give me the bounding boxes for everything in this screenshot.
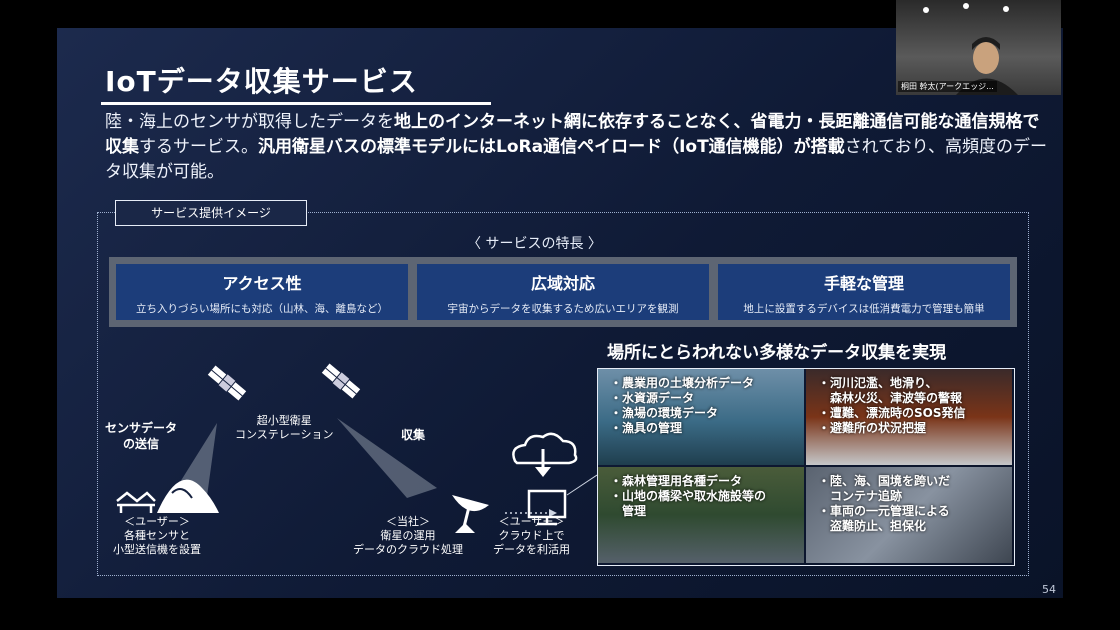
use-case-text: ・農業用の土壌分析データ ・水資源データ ・漁場の環境データ ・漁具の管理 [610, 376, 755, 435]
satellite-icon-2 [321, 363, 361, 399]
constellation-label: 超小型衛星 コンステレーション [235, 414, 334, 441]
headline: 場所にとらわれない多様なデータ収集を実現 [607, 343, 947, 363]
lead-part: 陸・海上のセンサが取得したデータを [105, 112, 394, 132]
feature-desc: 立ち入りづらい場所にも対応（山林、海、離島など） [136, 303, 388, 315]
feature-desc: 地上に設置するデバイスは低消費電力で管理も簡単 [743, 303, 985, 315]
lead-text: 陸・海上のセンサが取得したデータを地上のインターネット網に依存することなく、省電… [105, 110, 1055, 185]
photo-ocean-buoy: ・農業用の土壌分析データ ・水資源データ ・漁場の環境データ ・漁具の管理 [598, 369, 804, 465]
feature-desc: 宇宙からデータを収集するため広いエリアを観測 [447, 303, 679, 315]
collect-label: 収集 [401, 428, 426, 442]
connector-line [566, 474, 597, 496]
page-number: 54 [1042, 583, 1056, 596]
use-case-photos: ・農業用の土壌分析データ ・水資源データ ・漁場の環境データ ・漁具の管理 ・河… [597, 368, 1015, 566]
webcam-tile[interactable]: 桐田 幹太(アークエッジ... [896, 0, 1061, 95]
feature-access: アクセス性 立ち入りづらい場所にも対応（山林、海、離島など） [116, 264, 408, 320]
use-case-text: ・河川氾濫、地滑り、 森林火災、津波等の警報 ・遭難、漂流時のSOS発信 ・避難… [818, 376, 966, 435]
feature-title: 手軽な管理 [823, 274, 904, 293]
feature-title: 広域対応 [530, 274, 595, 293]
feature-wide-area: 広域対応 宇宙からデータを収集するため広いエリアを観測 [417, 264, 709, 320]
participant-name: 桐田 幹太(アークエッジ... [898, 81, 997, 92]
use-case-text: ・森林管理用各種データ ・山地の橋梁や取水施設等の 管理 [610, 474, 767, 518]
features-title: 〈 サービスの特長 〉 [467, 236, 602, 252]
slide: IoTデータ収集サービス 陸・海上のセンサが取得したデータを地上のインターネット… [57, 28, 1063, 598]
satellite-icon-1 [207, 365, 247, 401]
feature-title: アクセス性 [222, 274, 302, 293]
photo-vehicles: ・陸、海、国境を跨いだ コンテナ追跡 ・車両の一元管理による 盗難防止、担保化 [806, 467, 1012, 563]
photo-forest: ・森林管理用各種データ ・山地の橋梁や取水施設等の 管理 [598, 467, 804, 563]
sensor-send-label: センサデータ の送信 [105, 421, 178, 451]
use-case-text: ・陸、海、国境を跨いだ コンテナ追跡 ・車両の一元管理による 盗難防止、担保化 [818, 474, 951, 533]
feature-easy-management: 手軽な管理 地上に設置するデバイスは低消費電力で管理も簡単 [718, 264, 1010, 320]
slide-title: IoTデータ収集サービス [105, 65, 418, 98]
title-underline [101, 102, 491, 105]
frame-label: サービス提供イメージ [115, 200, 307, 226]
photo-disaster: ・河川氾濫、地滑り、 森林火災、津波等の警報 ・遭難、漂流時のSOS発信 ・避難… [806, 369, 1012, 465]
cloud-download-icon [512, 432, 578, 477]
lead-part-bold: 汎用衛星バスの標準モデルにはLoRa通信ペイロード（IoT通信機能）が搭載 [258, 137, 845, 157]
company-label: ＜当社＞ 衛星の運用 データのクラウド処理 [353, 515, 463, 556]
user-cloud-label: ＜ユーザー＞ クラウド上で データを利活用 [493, 515, 570, 556]
user-sensor-label: ＜ユーザー＞ 各種センサと 小型送信機を設置 [113, 515, 201, 556]
lead-part: するサービス。 [139, 137, 258, 157]
